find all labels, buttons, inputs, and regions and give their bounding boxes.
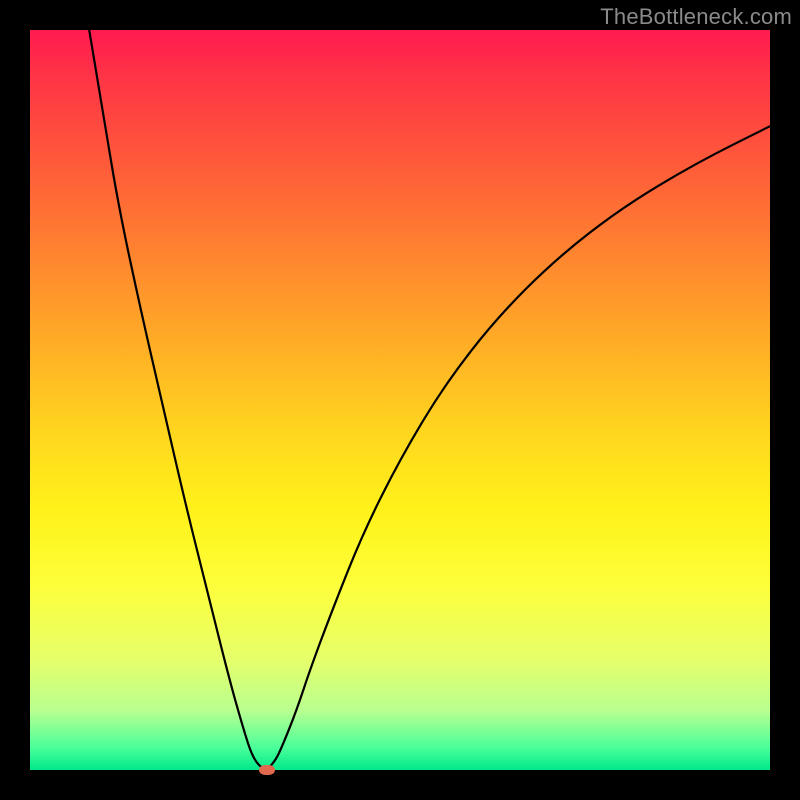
chart-frame: TheBottleneck.com (0, 0, 800, 800)
bottleneck-curve (30, 30, 770, 770)
optimal-point-marker (259, 765, 275, 775)
plot-area (30, 30, 770, 770)
watermark-text: TheBottleneck.com (600, 4, 792, 30)
